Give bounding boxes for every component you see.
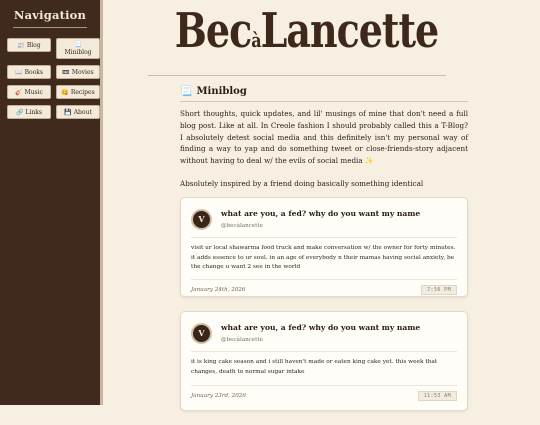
nav-title: Navigation (13, 8, 87, 22)
post-time-badge: 11:53 AM (417, 391, 457, 402)
header-divider (148, 75, 446, 76)
post-author-name: what are you, a fed? why do you want my … (221, 322, 421, 332)
logo-lancette: Lancette (260, 2, 440, 59)
post-divider (191, 278, 457, 280)
nav-movies-button[interactable]: 📼 Movies (56, 65, 100, 79)
nav-music-button[interactable]: 🎸 Music (7, 85, 51, 99)
post-divider (191, 350, 457, 352)
post-handle: @becàlancette (221, 336, 263, 343)
nav-miniblog-label: Miniblog (64, 48, 92, 56)
post-header: V what are you, a fed? why do you want m… (191, 321, 457, 344)
yum-face-icon: 😋 (61, 88, 69, 96)
newspaper-icon: 📰 (17, 41, 25, 49)
post-card: V what are you, a fed? why do you want m… (180, 196, 468, 297)
nav-recipes-label: Recipes (70, 88, 95, 96)
guitar-icon: 🎸 (15, 88, 23, 96)
nav-links-button[interactable]: 🔗 Links (7, 105, 51, 119)
nav-blog-label: Blog (26, 41, 41, 49)
sidebar-navigation: Navigation 📰 Blog 📃 Miniblog 📖 Books 📼 M… (0, 0, 103, 405)
avatar: V (191, 322, 212, 344)
post-date: January 24th, 2026 (191, 286, 246, 293)
avatar: V (191, 208, 212, 230)
post-footer: January 24th, 2026 7:56 PM (191, 284, 457, 295)
nav-grid: 📰 Blog 📃 Miniblog 📖 Books 📼 Movies 🎸 Mus… (0, 38, 100, 119)
page-title: 📃 Miniblog (180, 86, 468, 97)
post-card: V what are you, a fed? why do you want m… (180, 310, 468, 411)
nav-about-label: About (73, 108, 92, 116)
post-date: January 23rd, 2026 (191, 393, 246, 400)
nav-books-button[interactable]: 📖 Books (7, 65, 51, 79)
inspiration-note: Absolutely inspired by a friend doing ba… (180, 178, 424, 188)
nav-blog-button[interactable]: 📰 Blog (7, 38, 51, 52)
nav-recipes-button[interactable]: 😋 Recipes (56, 85, 100, 99)
title-divider (180, 101, 468, 102)
post-header: V what are you, a fed? why do you want m… (191, 207, 457, 230)
post-divider (191, 385, 457, 387)
main-content: Bec à Lancette 📃 Miniblog Short thoughts, … (103, 0, 540, 411)
nav-divider (13, 27, 87, 28)
post-time-badge: 7:56 PM (421, 284, 457, 295)
intro-paragraph: Short thoughts, quick updates, and lil' … (180, 109, 468, 166)
site-logo[interactable]: Bec à Lancette (158, 0, 455, 59)
miniblog-section: 📃 Miniblog Short thoughts, quick updates… (180, 86, 468, 425)
post-footer: January 23rd, 2026 11:53 AM (191, 391, 457, 402)
post-handle: @becàlancette (221, 222, 263, 229)
page-icon: 📃 (74, 40, 82, 48)
nav-about-button[interactable]: 💾 About (56, 105, 100, 119)
post-author-name: what are you, a fed? why do you want my … (221, 208, 421, 218)
videocassette-icon: 📼 (62, 68, 70, 76)
nav-miniblog-button[interactable]: 📃 Miniblog (56, 38, 100, 59)
nav-music-label: Music (24, 88, 43, 96)
nav-links-label: Links (25, 108, 42, 116)
floppy-disk-icon: 💾 (64, 108, 72, 116)
logo-bec: Bec (174, 2, 252, 59)
book-icon: 📖 (15, 68, 23, 76)
page-title-text: Miniblog (196, 86, 247, 97)
post-body: it is king cake season and i still haven… (191, 358, 438, 375)
post-body: visit ur local shawarma food truck and m… (191, 244, 456, 271)
nav-movies-label: Movies (71, 68, 94, 76)
logo-a: à (251, 28, 261, 52)
link-icon: 🔗 (16, 108, 24, 116)
page-icon: 📃 (180, 86, 193, 97)
nav-books-label: Books (24, 68, 43, 76)
post-divider (191, 236, 457, 238)
